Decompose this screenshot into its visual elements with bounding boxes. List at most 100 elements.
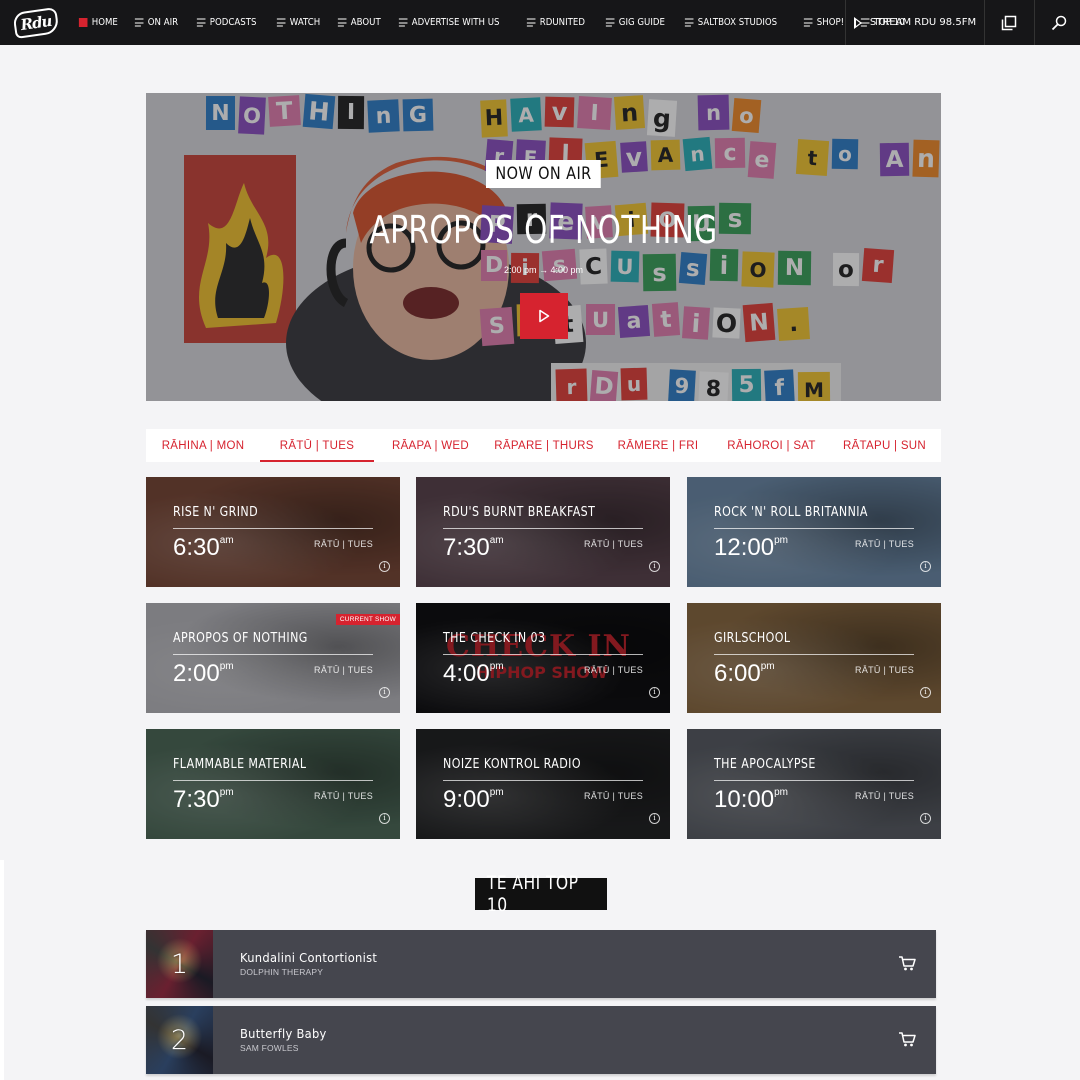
nav-item-watch[interactable]: Watch [270, 0, 327, 45]
popout-button[interactable] [984, 0, 1032, 45]
track-artist: Sam Fowles [240, 1043, 299, 1053]
top10-heading: TE AHI TOP 10 [475, 872, 607, 916]
show-time-ampm: pm [489, 787, 504, 798]
nav-item-podcasts[interactable]: Podcasts [190, 0, 263, 45]
day-tab-label: Rāpare | Thurs [494, 439, 594, 452]
day-tab[interactable]: Rāmere | Fri [601, 429, 715, 462]
now-on-air-badge: NOW ON AIR [486, 160, 601, 188]
menu-bullet-icon [605, 18, 615, 27]
track-title: Butterfly Baby [240, 1026, 327, 1041]
nav-item-label: Watch [289, 17, 321, 28]
show-title: The Apocalypse [714, 756, 816, 772]
info-icon[interactable]: i [379, 813, 390, 824]
show-day: Rātū | Tues [584, 791, 643, 801]
show-card[interactable]: Noize Kontrol Radio 9:00pm Rātū | Tues i [416, 729, 670, 839]
show-image-shade [146, 477, 400, 587]
popout-icon [1001, 15, 1016, 30]
chart-row[interactable]: 2 Butterfly Baby Sam Fowles [146, 1006, 936, 1074]
show-image-shade [146, 729, 400, 839]
chart-rank: 1 [170, 948, 189, 980]
hero-show-title[interactable]: APROPOS OF NOTHING [233, 208, 853, 252]
rdu-logo[interactable]: Rdu [0, 0, 72, 45]
info-icon[interactable]: i [920, 813, 931, 824]
info-icon[interactable]: i [920, 687, 931, 698]
info-icon[interactable]: i [920, 561, 931, 572]
show-time-ampm: pm [219, 661, 234, 672]
nav-item-label: Podcasts [209, 17, 257, 28]
chart-row[interactable]: 1 Kundalini Contortionist Dolphin Therapy [146, 930, 936, 998]
show-title: RDU's Burnt Breakfast [443, 504, 596, 520]
day-tab-label: Rāhoroi | Sat [727, 439, 816, 452]
info-icon[interactable]: i [649, 813, 660, 824]
cart-icon[interactable] [898, 1031, 916, 1052]
info-icon[interactable]: i [649, 561, 660, 572]
menu-bullet-icon [685, 18, 694, 27]
show-time: 7:30am [443, 534, 504, 562]
search-button[interactable] [1034, 0, 1080, 45]
show-time-ampm: pm [774, 787, 788, 798]
show-time-value: 10:00 [714, 786, 775, 813]
show-time-value: 7:30 [443, 534, 490, 561]
menu-bullet-icon [338, 18, 347, 27]
stream-button[interactable]: Stream RDU 98.5FM [845, 0, 984, 45]
show-image-shade [416, 603, 670, 713]
info-icon[interactable]: i [379, 561, 390, 572]
menu-bullet-icon [399, 18, 408, 27]
nav-item-label: Advertise with us [411, 17, 500, 28]
show-card[interactable]: Current Show Apropos of Nothing 2:00pm Rātū… [146, 603, 400, 713]
show-card[interactable]: Rise n' Grind 6:30am Rātū | Tues i [146, 477, 400, 587]
show-card[interactable]: Girlschool 6:00pm Rātū | Tues i [687, 603, 941, 713]
menu-bullet-icon [78, 18, 88, 27]
track-title: Kundalini Contortionist [240, 950, 378, 965]
nav-item-label: Home [91, 17, 118, 28]
current-show-badge: Current Show [335, 614, 400, 625]
nav-item-on-air[interactable]: On Air [128, 0, 185, 45]
day-tab[interactable]: Rāapa | Wed [374, 429, 487, 462]
info-icon[interactable]: i [379, 687, 390, 698]
nav-item-label: Saltbox Studios [698, 17, 778, 28]
play-icon [539, 309, 550, 323]
page-edge [0, 860, 4, 1080]
play-icon [853, 16, 862, 29]
now-on-air-hero[interactable]: NOTHInGHAvIngnorElEvAncetoAnyPreviOUsDis… [146, 93, 941, 401]
show-time: 4:00pm [443, 660, 504, 688]
show-image-shade [416, 477, 670, 587]
stream-label: Stream RDU 98.5FM [869, 17, 977, 28]
divider [173, 780, 373, 781]
day-tab[interactable]: Rāhina | Mon [146, 429, 260, 462]
show-card[interactable]: Rock 'n' Roll Britannia 12:00pm Rātū | Tue… [687, 477, 941, 587]
day-tab[interactable]: Rātū | Tues [260, 429, 374, 462]
track-artist: Dolphin Therapy [240, 967, 324, 977]
menu-bullet-icon [526, 18, 536, 27]
show-title: Rock 'n' Roll Britannia [714, 504, 868, 520]
show-day: Rātū | Tues [314, 791, 373, 801]
hero-show-time: 2:00 pm → 4:00 pm [503, 265, 584, 275]
show-card[interactable]: Flammable Material 7:30pm Rātū | Tues i [146, 729, 400, 839]
show-time-value: 6:00 [714, 660, 761, 687]
day-tab[interactable]: Rātapu | Sun [828, 429, 941, 462]
show-card[interactable]: CHECK IN HIPHOP SHOW The Check In 03 4:00pm… [416, 603, 670, 713]
show-time-ampm: pm [774, 535, 788, 546]
nav-item-gig-guide[interactable]: Gig Guide [599, 0, 672, 45]
day-tab[interactable]: Rāpare | Thurs [487, 429, 601, 462]
nav-item-about[interactable]: About [331, 0, 388, 45]
nav-item-home[interactable]: Home [72, 0, 125, 45]
cart-icon[interactable] [898, 955, 916, 976]
show-title: Flammable Material [173, 756, 307, 772]
menu-bullet-icon [276, 18, 286, 27]
nav-item-rdunited[interactable]: RDUnited [520, 0, 592, 45]
show-time: 2:00pm [173, 660, 234, 688]
show-card[interactable]: The Apocalypse 10:00pm Rātū | Tues i [687, 729, 941, 839]
show-time-value: 12:00 [714, 534, 775, 561]
hero-play-button[interactable] [520, 293, 568, 339]
nav-item-advertise-with-us[interactable]: Advertise with us [392, 0, 506, 45]
menu-bullet-icon [135, 18, 144, 27]
day-tab[interactable]: Rāhoroi | Sat [715, 429, 828, 462]
nav-item-label: Gig Guide [618, 17, 665, 28]
show-card[interactable]: RDU's Burnt Breakfast 7:30am Rātū | Tues i [416, 477, 670, 587]
nav-item-saltbox-studios[interactable]: Saltbox Studios [678, 0, 784, 45]
show-day: Rātū | Tues [584, 539, 643, 549]
show-time: 9:00pm [443, 786, 504, 814]
nav-item-shop[interactable]: Shop! [797, 0, 851, 45]
info-icon[interactable]: i [649, 687, 660, 698]
